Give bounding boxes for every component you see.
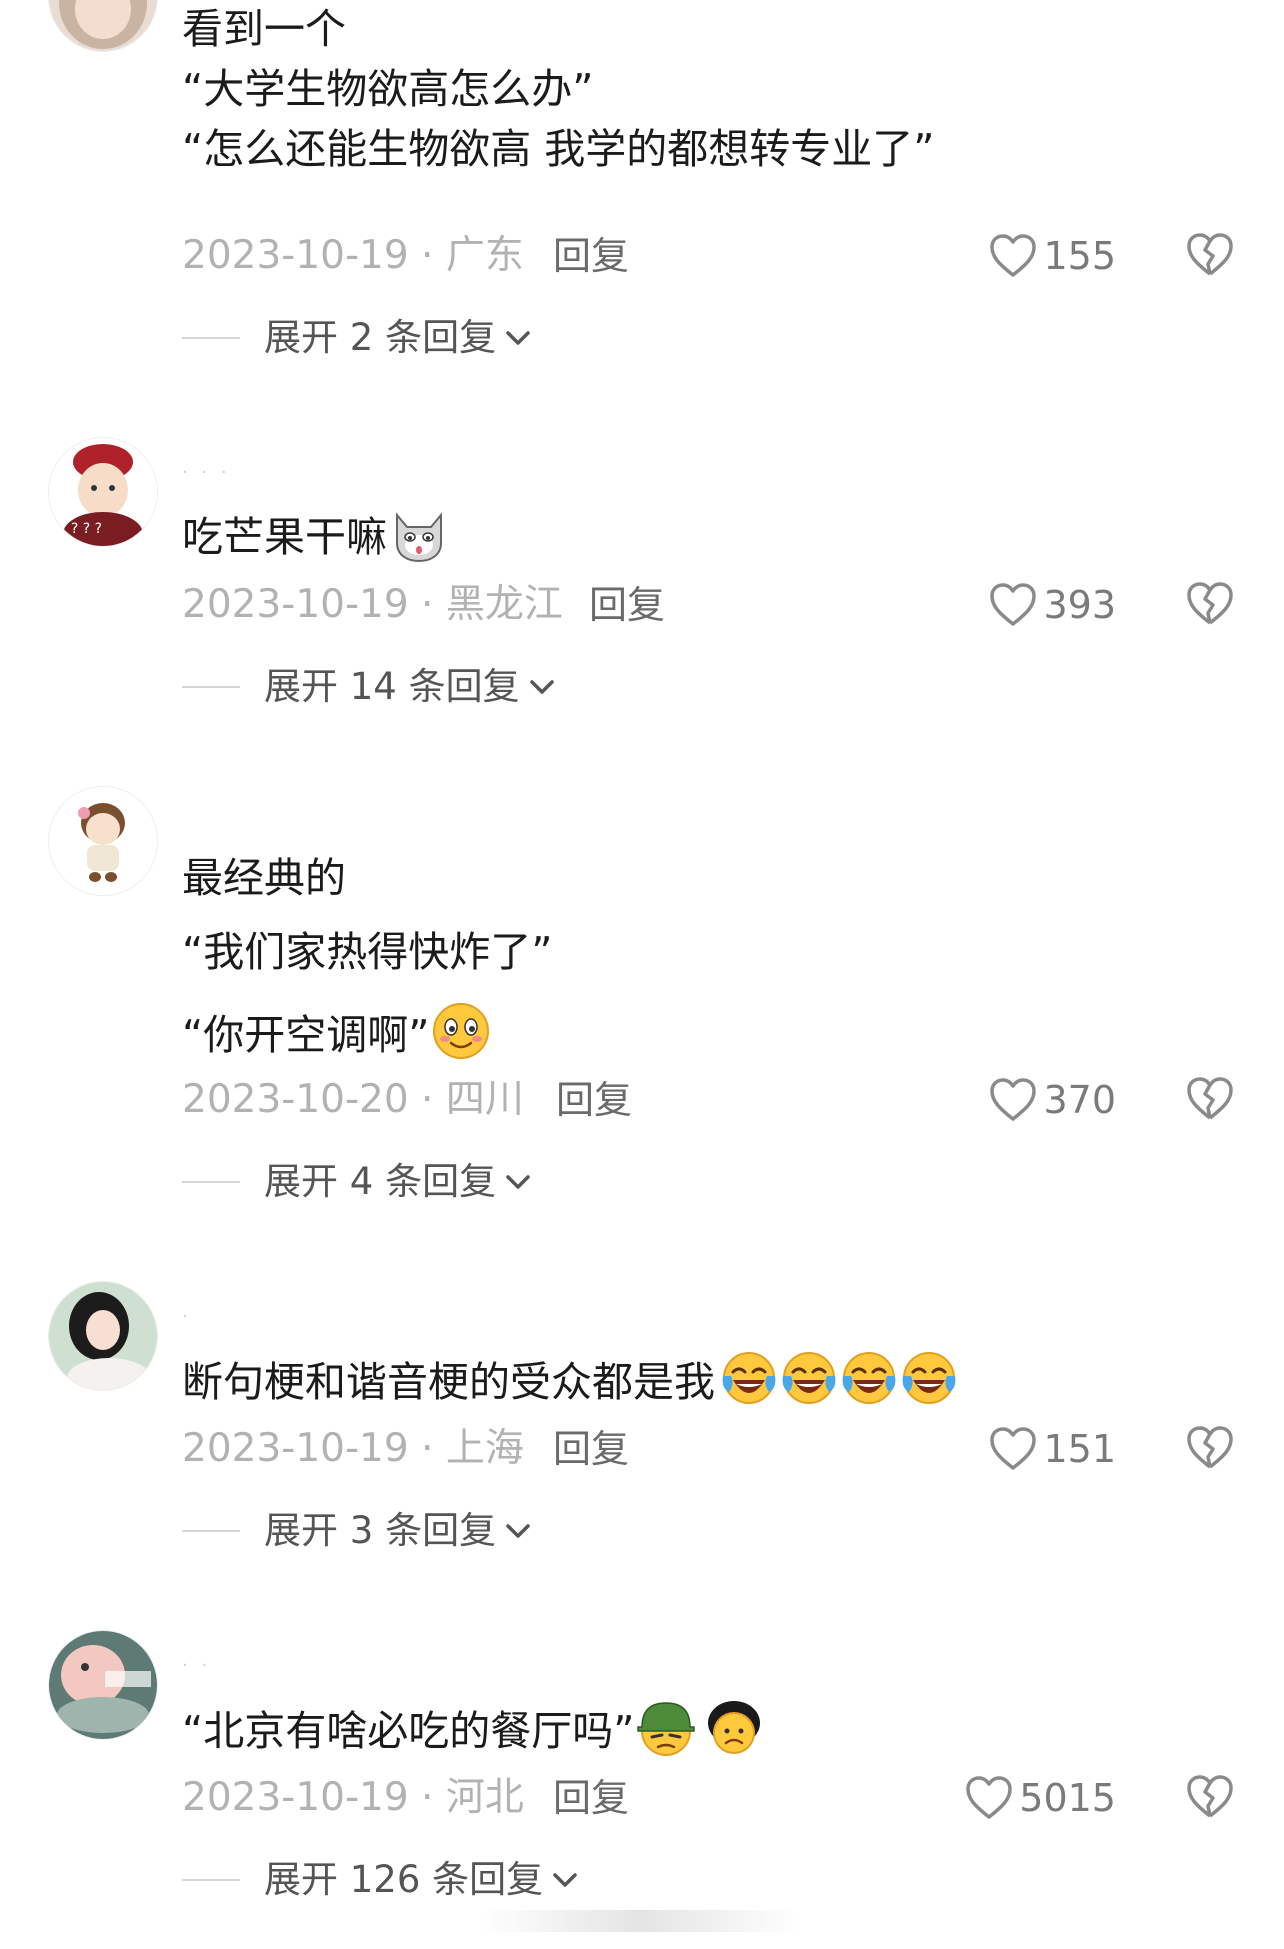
like-count: 370 (1043, 1078, 1116, 1122)
heart-outline-icon (990, 583, 1037, 626)
chevron-down-icon (506, 1175, 530, 1189)
user-avatar[interactable]: ? ? ? ? (48, 437, 158, 547)
expand-replies[interactable]: 展开 14 条回复 (182, 663, 556, 711)
comment-text-line: “北京有啥必吃的餐厅吗” (182, 1697, 764, 1757)
like-button[interactable]: 5015 (965, 1774, 1116, 1822)
heart-outline-icon (990, 1427, 1037, 1470)
comment-date: 2023-10-20 (182, 1077, 409, 1122)
like-count: 151 (1043, 1427, 1116, 1471)
broken-heart-icon[interactable] (1186, 232, 1234, 278)
like-button[interactable]: 155 (989, 232, 1116, 280)
comment-date: 2023-10-19 (182, 1426, 409, 1471)
expand-replies[interactable]: 展开 2 条回复 (182, 314, 532, 362)
divider (182, 1879, 240, 1881)
bottom-fade-bar (480, 1910, 800, 1932)
comment-location: 上海 (445, 1426, 524, 1471)
divider (182, 337, 240, 339)
like-count: 5015 (1019, 1776, 1116, 1820)
chevron-down-icon (506, 1524, 530, 1538)
expand-replies-label: 展开 14 条回复 (264, 665, 520, 708)
expand-replies-label: 展开 126 条回复 (264, 1858, 544, 1901)
broken-heart-icon[interactable] (1186, 1076, 1234, 1122)
comment-meta: 2023-10-19 · 河北 (182, 1775, 524, 1820)
comment-location: 黑龙江 (445, 582, 563, 627)
heart-outline-icon (966, 1776, 1013, 1819)
comment-text-line: “大学生物欲高怎么办” (182, 65, 594, 113)
svg-text:? ? ? ?: ? ? ? ? (59, 521, 102, 537)
expand-replies[interactable]: 展开 126 条回复 (182, 1856, 579, 1904)
expand-replies[interactable]: 展开 4 条回复 (182, 1158, 532, 1206)
like-count: 155 (1043, 234, 1116, 278)
comment-meta: 2023-10-19 · 上海 (182, 1426, 524, 1471)
comment-date: 2023-10-19 (182, 582, 409, 627)
broken-heart-icon[interactable] (1186, 1774, 1234, 1820)
divider (182, 686, 240, 688)
tears-of-joy-emoji (902, 1352, 956, 1404)
comment-meta: 2023-10-19 · 广东 (182, 233, 524, 278)
comment-location: 四川 (445, 1077, 524, 1122)
comment-text-line: “我们家热得快炸了” (182, 928, 553, 976)
tears-of-joy-emoji (722, 1352, 776, 1404)
expand-replies-label: 展开 2 条回复 (264, 316, 497, 359)
heart-outline-icon (990, 234, 1037, 277)
chevron-down-icon (553, 1873, 577, 1887)
soldier-helmet-emoji (637, 1702, 696, 1756)
comment-location: 广东 (445, 233, 524, 278)
user-avatar[interactable] (48, 1281, 158, 1391)
comment-meta: 2023-10-20 · 四川 (182, 1077, 524, 1122)
comment-date: 2023-10-19 (182, 1775, 409, 1820)
divider (182, 1181, 240, 1183)
reply-button[interactable]: 回复 (553, 232, 629, 280)
chevron-down-icon (529, 680, 554, 694)
comment-location: 河北 (445, 1775, 524, 1820)
divider (182, 1530, 240, 1532)
user-avatar[interactable] (48, 0, 158, 52)
blushing-smile-emoji (433, 1003, 490, 1059)
comment-date: 2023-10-19 (182, 233, 409, 278)
comment-text-line: 最经典的 (182, 854, 346, 902)
reply-button[interactable]: 回复 (589, 581, 665, 629)
broken-heart-icon[interactable] (1186, 581, 1234, 627)
comment-meta: 2023-10-19 · 黑龙江 (182, 582, 563, 627)
user-avatar[interactable] (48, 1630, 158, 1740)
tears-of-joy-emoji (842, 1352, 896, 1404)
cat-face-emoji (396, 512, 442, 563)
expand-replies[interactable]: 展开 3 条回复 (182, 1507, 532, 1555)
comment-text-line: 断句梗和谐音梗的受众都是我 (182, 1348, 959, 1408)
reply-button[interactable]: 回复 (553, 1425, 629, 1473)
comment-text-line: “怎么还能生物欲高 我学的都想转专业了” (182, 125, 935, 173)
comment-text-line: 看到一个 (182, 5, 346, 53)
username-placeholder: · · (182, 1655, 212, 1676)
like-button[interactable]: 151 (989, 1425, 1116, 1473)
heart-outline-icon (990, 1078, 1037, 1121)
user-avatar[interactable] (48, 786, 158, 896)
reply-button[interactable]: 回复 (553, 1774, 629, 1822)
chevron-down-icon (506, 331, 530, 345)
comment-text-line: “你开空调啊” (182, 1001, 491, 1061)
expand-replies-label: 展开 4 条回复 (264, 1160, 497, 1203)
username-placeholder: · (182, 1306, 192, 1327)
like-count: 393 (1043, 583, 1116, 627)
like-button[interactable]: 370 (989, 1076, 1116, 1124)
like-button[interactable]: 393 (989, 581, 1116, 629)
frowning-black-face-emoji (708, 1701, 761, 1754)
comment-text-line: 吃芒果干嘛 (182, 503, 449, 563)
username-placeholder: · · · (182, 462, 231, 483)
broken-heart-icon[interactable] (1186, 1425, 1234, 1471)
reply-button[interactable]: 回复 (556, 1076, 632, 1124)
tears-of-joy-emoji (782, 1352, 836, 1404)
expand-replies-label: 展开 3 条回复 (264, 1509, 497, 1552)
